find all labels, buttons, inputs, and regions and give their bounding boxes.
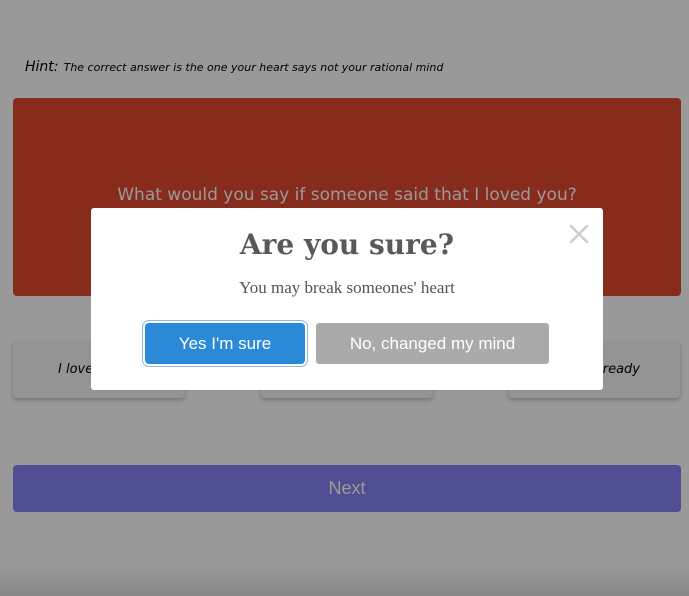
dialog-message: You may break someones' heart bbox=[239, 278, 455, 297]
confirm-button[interactable]: Yes I'm sure bbox=[145, 323, 305, 364]
bottom-fade bbox=[0, 566, 689, 596]
cancel-button[interactable]: No, changed my mind bbox=[316, 323, 549, 364]
dialog-title: Are you sure? bbox=[239, 228, 455, 261]
confirm-dialog: Are you sure? You may break someones' he… bbox=[91, 208, 603, 390]
